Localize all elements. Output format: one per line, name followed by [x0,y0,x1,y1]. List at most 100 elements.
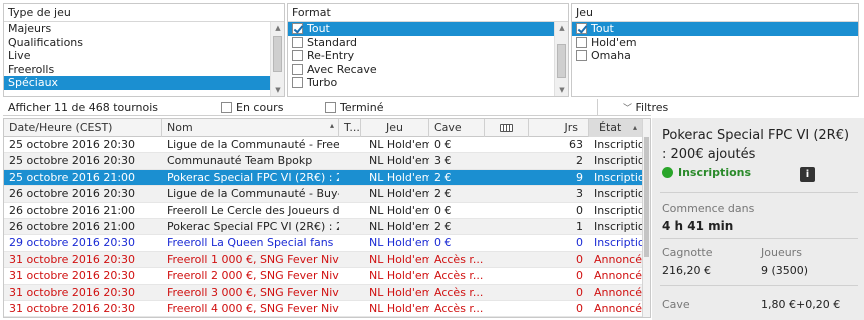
buyin-value: 1,80 €+0,20 € [761,298,841,311]
game-type-filter-panel: Type de jeu Majeurs Qualifications Live Fre… [3,3,285,97]
format-option[interactable]: Standard [288,36,568,50]
col-type[interactable]: T... [339,119,361,137]
info-icon[interactable]: i [800,167,815,182]
cell-empty [485,170,529,186]
table-row[interactable]: 26 octobre 2016 21:00 Pokerac Special FPC… [4,218,650,236]
buyin-label: Cave [662,298,690,311]
game-type-option[interactable]: Freerolls [4,63,284,77]
table-row[interactable]: 31 octobre 2016 20:30 Freeroll 3 000 €, S… [4,284,650,301]
cell-date: 29 octobre 2016 20:30 [9,236,136,250]
scroll-up-icon[interactable]: ▲ [271,22,285,34]
cell-empty [339,285,361,301]
cell-players: 0 [576,203,583,217]
table-header: Date/Heure (CEST) Nom ▴ T... Jeu Cave Jr… [4,119,650,137]
format-scrollbar[interactable]: ▲ ▼ [554,22,568,96]
option-checkbox[interactable] [292,23,303,34]
cell-empty [339,252,361,268]
format-option[interactable]: Tout [288,22,568,36]
scroll-thumb[interactable] [557,44,566,78]
game-type-header: Type de jeu [4,4,284,22]
scroll-down-icon[interactable]: ▼ [555,84,569,96]
cell-date: 25 octobre 2016 20:30 [9,138,136,151]
format-option[interactable]: Turbo [288,76,568,90]
option-checkbox[interactable] [292,77,303,88]
table-row[interactable]: 31 octobre 2016 20:30 Freeroll 1 000 €, S… [4,251,650,269]
cell-date: 31 octobre 2016 20:30 [9,301,136,315]
cell-state: Annoncé [594,252,642,266]
game-option[interactable]: Tout [572,22,858,36]
table-row[interactable]: 25 octobre 2016 20:30 Communauté Team Bpo… [4,153,650,170]
table-row[interactable]: 26 octobre 2016 21:00 Freeroll Le Cercle … [4,203,650,219]
col-players[interactable]: Jrs [529,119,589,137]
game-type-scrollbar[interactable]: ▲ ▼ [270,22,284,96]
table-row[interactable]: 25 octobre 2016 21:00 Pokerac Special FPC… [4,169,650,187]
cell-game: NL Hold'em [369,285,429,299]
cell-buyin: Accès r... [434,301,484,315]
detail-status: Inscriptions [662,166,751,179]
option-checkbox[interactable] [576,23,587,34]
cell-date: 31 octobre 2016 20:30 [9,269,136,283]
finished-checkbox[interactable] [325,102,336,113]
scroll-down-icon[interactable]: ▼ [271,84,285,96]
col-buyin[interactable]: Cave [429,119,485,137]
option-checkbox[interactable] [576,50,587,61]
ongoing-filter[interactable]: En cours [221,101,283,114]
cell-date: 26 octobre 2016 20:30 [9,187,136,201]
col-state[interactable]: État ▴ [589,119,644,137]
cell-empty [339,170,361,186]
filter-bar: Afficher 11 de 468 tournois En cours Ter… [3,99,668,116]
table-row[interactable]: 26 octobre 2016 20:30 Ligue de la Communa… [4,186,650,203]
game-type-option[interactable]: Majeurs [4,22,284,36]
finished-filter[interactable]: Terminé [325,101,383,114]
game-type-option[interactable]: Qualifications [4,36,284,50]
cell-empty [339,219,361,235]
option-checkbox[interactable] [576,36,587,48]
col-date[interactable]: Date/Heure (CEST) [4,119,162,137]
option-label: Majeurs [8,22,52,35]
format-option[interactable]: Avec Recave [288,63,568,77]
table-row[interactable]: 25 octobre 2016 20:30 Ligue de la Communa… [4,137,650,154]
table-scrollbar[interactable] [642,119,650,317]
option-label: Tout [307,22,330,35]
cell-buyin: 0 € [434,236,452,250]
game-type-option[interactable]: Spéciaux [4,76,284,90]
cell-empty [485,252,529,268]
col-game[interactable]: Jeu [361,119,429,137]
game-option[interactable]: Hold'em [572,36,858,50]
cell-empty [485,203,529,219]
option-checkbox[interactable] [292,50,303,61]
cell-name: Ligue de la Communauté - Buy-in [167,187,339,201]
cell-state: Inscriptions [594,203,644,217]
scroll-thumb[interactable] [273,36,282,72]
format-option[interactable]: Re-Entry [288,49,568,63]
ongoing-checkbox[interactable] [221,102,232,113]
cell-buyin: 0 € [434,138,452,151]
table-body: 25 octobre 2016 20:30 Ligue de la Communa… [4,137,650,317]
divider [660,238,858,239]
scroll-up-icon[interactable]: ▲ [555,22,569,34]
cell-name: Ligue de la Communauté - Freeroll [167,138,339,151]
cell-date: 25 octobre 2016 20:30 [9,154,136,168]
cell-game: NL Hold'em [369,138,429,151]
table-row[interactable]: 31 octobre 2016 20:30 Freeroll 2 000 €, S… [4,268,650,285]
detail-title: Pokerac Special FPC VI (2R€) : 200€ ajou… [662,128,850,162]
cell-game: NL Hold'em [369,236,429,250]
tournament-count: Afficher 11 de 468 tournois [8,101,159,114]
option-checkbox[interactable] [292,36,303,48]
cell-game: NL Hold'em [369,170,429,184]
game-type-option[interactable]: Live [4,49,284,63]
col-ticket[interactable] [485,119,529,137]
scroll-thumb[interactable] [644,137,649,257]
table-row[interactable]: 29 octobre 2016 20:30 Freeroll La Queen S… [4,235,650,252]
table-row[interactable]: 31 octobre 2016 20:30 Freeroll 4 000 €, S… [4,301,650,317]
col-name[interactable]: Nom ▴ [162,119,339,137]
cell-name: Freeroll 1 000 €, SNG Fever Nive... [167,252,339,266]
cell-game: NL Hold'em [369,301,429,315]
cell-state: Annoncé [594,301,642,315]
cell-empty [339,137,361,153]
game-option[interactable]: Omaha [572,49,858,63]
option-checkbox[interactable] [292,63,303,75]
filters-toggle[interactable]: ﹀ Filtres [623,101,668,114]
format-header: Format [288,4,568,22]
cell-game: NL Hold'em [369,187,429,201]
